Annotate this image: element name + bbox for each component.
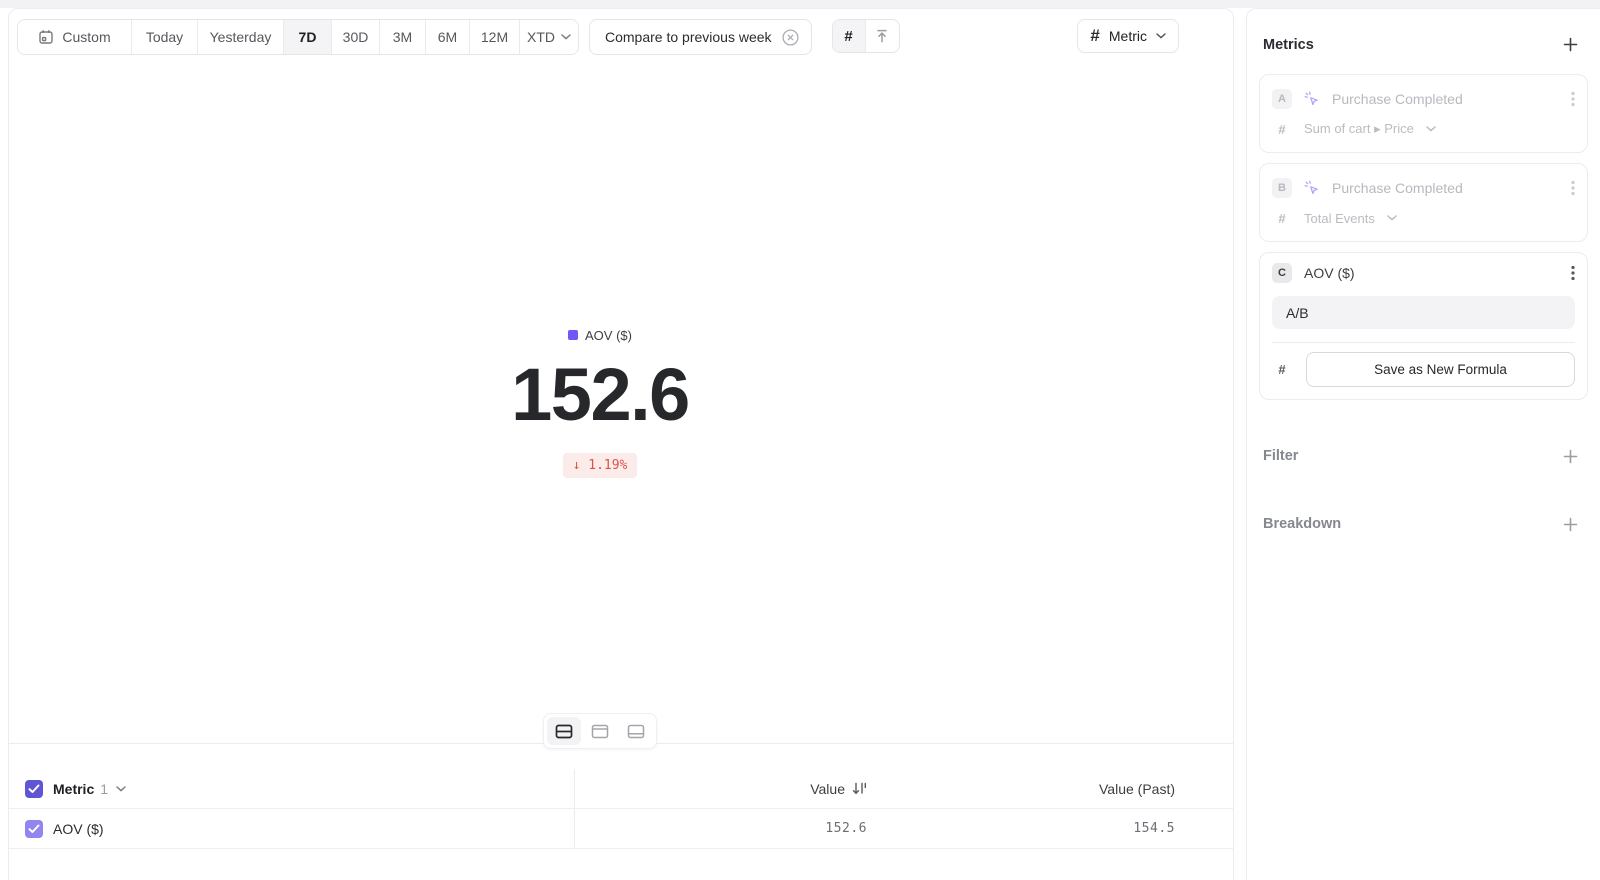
metric-options-icon[interactable]	[1571, 265, 1575, 281]
layout-switcher	[543, 713, 657, 749]
range-30d-button[interactable]: 30D	[332, 20, 380, 54]
value-column-header[interactable]: Value	[810, 781, 867, 797]
card-divider	[1272, 342, 1575, 343]
hash-icon: #	[1090, 26, 1099, 46]
metric-column-header: Metric	[53, 781, 94, 797]
metric-card-b[interactable]: B Purchase Completed # Total Events	[1259, 163, 1588, 242]
value-past-column-header[interactable]: Value (Past)	[1099, 781, 1175, 797]
compare-chip[interactable]: Compare to previous week	[589, 19, 812, 55]
hash-icon: #	[1272, 362, 1292, 377]
row-value: 152.6	[825, 821, 867, 836]
metric-badge: B	[1272, 178, 1292, 198]
layout-chart-only-button[interactable]	[583, 717, 617, 745]
main-panel: Custom Today Yesterday 7D 30D 3M 6M 12M …	[8, 8, 1234, 880]
delta-badge: ↓ 1.19%	[563, 453, 638, 478]
range-xtd-button[interactable]: XTD	[520, 20, 578, 54]
formula-metric-name: AOV ($)	[1304, 265, 1355, 281]
metric-badge: C	[1272, 263, 1292, 283]
metric-options-icon[interactable]	[1571, 91, 1575, 107]
page-top-strip	[0, 0, 1600, 8]
sort-descending-icon	[852, 782, 867, 795]
query-builder-sidebar: Metrics A Purchase Completed # Sum of ca…	[1246, 8, 1600, 880]
row-checkbox[interactable]	[25, 820, 43, 838]
chevron-down-icon[interactable]	[116, 786, 126, 792]
metric-dropdown-button[interactable]: # Metric	[1077, 19, 1179, 53]
table-row[interactable]: AOV ($) 152.6 154.5	[9, 809, 1233, 849]
hash-icon: #	[1272, 211, 1292, 226]
breakdown-section-header: Breakdown	[1263, 512, 1580, 536]
layout-split-horizontal-button[interactable]	[547, 717, 581, 745]
compare-chip-label: Compare to previous week	[605, 29, 772, 45]
save-as-new-formula-button[interactable]: Save as New Formula	[1306, 352, 1575, 387]
remove-compare-icon[interactable]	[781, 28, 800, 47]
filter-section-header: Filter	[1263, 444, 1580, 468]
row-metric-name: AOV ($)	[53, 821, 104, 837]
metric-count: 1	[100, 781, 108, 797]
metric-value: 152.6	[9, 358, 1191, 432]
range-today-button[interactable]: Today	[132, 20, 198, 54]
aggregation-dropdown[interactable]: # Sum of cart ▸ Price	[1272, 120, 1575, 138]
range-6m-button[interactable]: 6M	[426, 20, 470, 54]
breakdown-title: Breakdown	[1263, 516, 1341, 532]
hash-icon: #	[844, 28, 852, 45]
number-format-button[interactable]: #	[833, 20, 866, 52]
metrics-title: Metrics	[1263, 37, 1314, 53]
add-metric-button[interactable]	[1561, 35, 1580, 54]
chevron-down-icon	[1156, 33, 1166, 39]
event-icon	[1304, 180, 1320, 196]
legend-label: AOV ($)	[585, 328, 632, 343]
range-3m-button[interactable]: 3M	[380, 20, 426, 54]
select-all-checkbox[interactable]	[25, 780, 43, 798]
metrics-section-header: Metrics	[1263, 35, 1580, 54]
date-range-picker: Custom Today Yesterday 7D 30D 3M 6M 12M …	[17, 19, 579, 55]
chevron-down-icon	[561, 34, 571, 40]
metric-card-a[interactable]: A Purchase Completed # Sum of cart ▸ Pri…	[1259, 74, 1588, 153]
chevron-down-icon	[1426, 126, 1436, 132]
hash-icon: #	[1272, 122, 1292, 137]
range-12m-button[interactable]: 12M	[470, 20, 520, 54]
metric-event-name: Purchase Completed	[1332, 91, 1463, 107]
chevron-down-icon	[1387, 215, 1397, 221]
range-yesterday-button[interactable]: Yesterday	[198, 20, 284, 54]
event-icon	[1304, 91, 1320, 107]
metric-event-name: Purchase Completed	[1332, 180, 1463, 196]
metric-dropdown-label: Metric	[1109, 28, 1147, 44]
range-7d-button[interactable]: 7D	[284, 20, 332, 54]
add-filter-button[interactable]	[1561, 447, 1580, 466]
metric-card-c[interactable]: C AOV ($) A/B # Save as New Formula	[1259, 252, 1588, 400]
table-header-row: Metric 1 Value Value (Past)	[9, 769, 1233, 809]
range-label: Custom	[62, 29, 110, 45]
results-table: Metric 1 Value Value (Past) AOV ($)	[9, 769, 1233, 849]
add-breakdown-button[interactable]	[1561, 515, 1580, 534]
big-number-chart: AOV ($) 152.6 ↓ 1.19%	[9, 327, 1191, 478]
calendar-icon	[38, 29, 54, 45]
row-value-past: 154.5	[1133, 821, 1175, 836]
filter-title: Filter	[1263, 448, 1298, 464]
aggregation-label: Sum of cart ▸ Price	[1304, 121, 1414, 137]
arrow-up-bar-icon	[875, 28, 889, 44]
value-display-toggle: #	[832, 19, 900, 53]
chart-legend: AOV ($)	[568, 328, 632, 343]
sort-to-top-button[interactable]	[866, 20, 899, 52]
toolbar: Custom Today Yesterday 7D 30D 3M 6M 12M …	[17, 19, 1225, 55]
aggregation-dropdown[interactable]: # Total Events	[1272, 209, 1575, 227]
layout-table-only-button[interactable]	[619, 717, 653, 745]
metric-options-icon[interactable]	[1571, 180, 1575, 196]
range-custom-button[interactable]: Custom	[18, 20, 132, 54]
formula-input[interactable]: A/B	[1272, 296, 1575, 329]
aggregation-label: Total Events	[1304, 211, 1375, 226]
legend-color-swatch	[568, 330, 578, 340]
metric-badge: A	[1272, 89, 1292, 109]
